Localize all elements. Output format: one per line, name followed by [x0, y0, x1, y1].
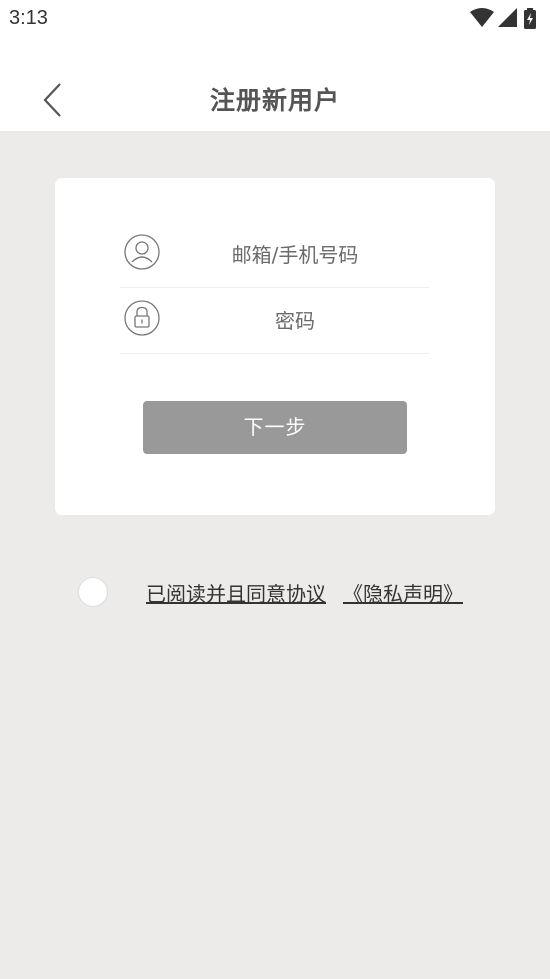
- cellular-signal-icon: [498, 8, 518, 32]
- user-icon: [124, 234, 160, 270]
- status-time: 3:13: [9, 7, 48, 29]
- password-input[interactable]: [180, 303, 410, 339]
- wifi-icon: [470, 8, 494, 32]
- agreement-text[interactable]: 已阅读并且同意协议: [146, 578, 326, 607]
- next-step-button[interactable]: 下一步: [143, 401, 407, 454]
- privacy-statement-link[interactable]: 《隐私声明》: [343, 578, 463, 607]
- email-phone-row: [120, 223, 429, 288]
- email-phone-input[interactable]: [180, 237, 410, 273]
- status-bar: 3:13: [0, 0, 550, 38]
- battery-charging-icon: [524, 8, 536, 33]
- status-icons: [462, 8, 542, 30]
- page-title: 注册新用户: [209, 86, 340, 115]
- password-row: [120, 289, 429, 354]
- agreement-checkbox[interactable]: [78, 577, 108, 607]
- lock-icon: [124, 300, 160, 336]
- registration-card: 下一步: [55, 178, 495, 515]
- app-bar: 注册新用户: [0, 38, 550, 131]
